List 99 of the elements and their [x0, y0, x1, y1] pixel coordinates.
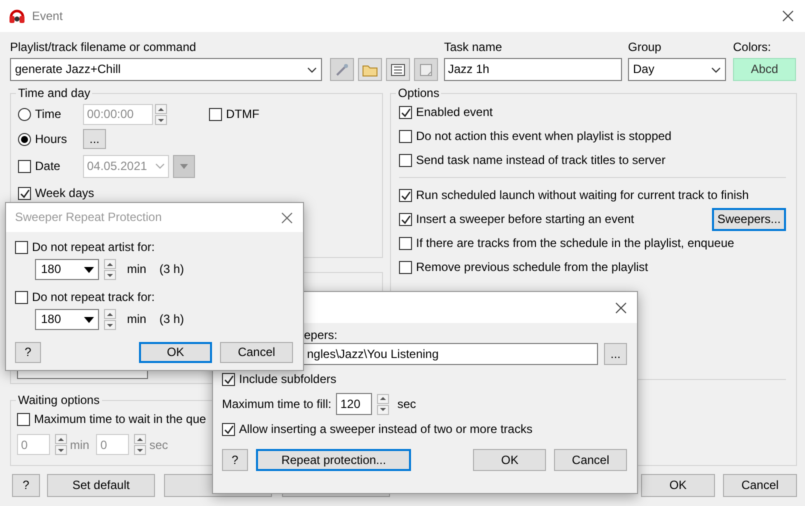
window-title: Event: [32, 8, 63, 24]
field-label: Colors:: [733, 40, 772, 56]
field-label: Playlist/track filename or command: [10, 40, 198, 56]
radio-label[interactable]: Time: [35, 107, 79, 122]
checkbox-label[interactable]: Do not repeat artist for:: [32, 240, 155, 255]
checkbox-label[interactable]: DTMF: [226, 107, 260, 122]
seconds-field[interactable]: 0: [96, 434, 130, 456]
checkbox[interactable]: [399, 260, 412, 274]
field-label: Task name: [444, 40, 504, 56]
checkbox-label[interactable]: Do not action this event when playlist is stopped: [416, 128, 672, 144]
color-sample-button[interactable]: Abcd: [733, 58, 796, 81]
checkbox[interactable]: [222, 422, 235, 436]
wand-icon: [334, 62, 350, 78]
spin-buttons[interactable]: [104, 259, 116, 280]
checkbox[interactable]: [17, 412, 30, 426]
checkbox[interactable]: [399, 212, 412, 226]
list-icon: [390, 62, 406, 78]
dialog-title: Sweeper Repeat Protection: [15, 210, 162, 225]
close-icon[interactable]: [281, 212, 293, 224]
checkbox[interactable]: [15, 291, 28, 304]
unit-label: sec: [397, 396, 416, 412]
max-fill-field[interactable]: 120: [336, 393, 372, 415]
duration-label: (3 h): [159, 312, 184, 327]
group-title: Time and day: [16, 86, 92, 100]
group-title: Options: [396, 86, 442, 100]
checkbox-label[interactable]: Date: [35, 158, 79, 174]
time-field[interactable]: 00:00:00: [83, 104, 153, 125]
checkbox-label[interactable]: Enabled event: [416, 104, 493, 120]
hours-button[interactable]: ...: [83, 129, 106, 149]
chevron-down-icon: [307, 66, 317, 72]
footer-button[interactable]: Set default: [47, 474, 155, 497]
browse-button[interactable]: ...: [604, 343, 627, 365]
checkbox-label[interactable]: Send task name instead of track titles to server: [416, 152, 666, 168]
radio-label[interactable]: Hours: [35, 132, 79, 146]
field-label: epers:: [304, 328, 338, 343]
checkbox-label[interactable]: Week days: [35, 186, 94, 200]
close-icon[interactable]: [782, 10, 794, 22]
checkbox[interactable]: [399, 106, 412, 118]
footer-button[interactable]: ?: [12, 474, 40, 497]
checkbox[interactable]: [18, 160, 31, 172]
field-label: Maximum time to fill:: [222, 396, 332, 412]
radio-button[interactable]: [18, 108, 31, 121]
checkbox-label[interactable]: Insert a sweeper before starting an event: [416, 212, 634, 226]
checkbox-label[interactable]: If there are tracks from the schedule in the playlist, enqueue: [416, 236, 734, 250]
checkbox[interactable]: [399, 188, 412, 202]
dialog-button[interactable]: ?: [15, 342, 41, 363]
dialog-button[interactable]: Cancel: [220, 342, 293, 363]
group-combobox[interactable]: Day: [628, 58, 726, 81]
date-field[interactable]: 04.05.2021: [83, 154, 169, 178]
checkbox-label[interactable]: Run scheduled launch without waiting for current track to finish: [416, 188, 749, 202]
dropdown-arrow-icon: [84, 266, 94, 272]
checkbox-label[interactable]: Do not repeat track for:: [32, 290, 155, 305]
minutes-combobox[interactable]: 180: [35, 259, 99, 280]
unit-label: sec: [149, 438, 168, 452]
checkbox[interactable]: [15, 241, 28, 254]
checkbox[interactable]: [399, 130, 412, 142]
command-combobox[interactable]: generate Jazz+Chill: [10, 58, 322, 81]
checkbox-label[interactable]: Allow inserting a sweeper instead of two or more tracks: [239, 422, 532, 436]
spin-buttons[interactable]: [134, 434, 146, 456]
radio-button[interactable]: [18, 132, 31, 146]
dialog-button[interactable]: Cancel: [554, 449, 627, 471]
unit-label: min: [127, 312, 146, 327]
task-name-field[interactable]: Jazz 1h: [444, 58, 622, 81]
duration-label: (3 h): [159, 262, 184, 277]
dialog-button[interactable]: OK: [139, 342, 212, 363]
close-icon[interactable]: [615, 302, 627, 314]
checkbox[interactable]: [18, 186, 31, 200]
unit-label: min: [127, 262, 146, 277]
headphones-icon: [8, 7, 26, 25]
footer-button[interactable]: OK: [641, 474, 715, 497]
footer-button[interactable]: Cancel: [723, 474, 797, 497]
chevron-down-icon: [711, 66, 721, 72]
icon-button[interactable]: [386, 58, 410, 81]
unit-label: min: [70, 438, 90, 452]
spin-buttons[interactable]: [55, 434, 67, 456]
spin-buttons[interactable]: [155, 104, 167, 125]
dropdown-arrow-icon: [180, 164, 188, 168]
dialog-button[interactable]: ?: [222, 449, 248, 471]
checkbox[interactable]: [222, 372, 235, 386]
dropdown-arrow-icon: [84, 316, 94, 322]
dialog-button[interactable]: OK: [473, 449, 546, 471]
folder-field[interactable]: ngles\Jazz\You Listening: [303, 343, 598, 365]
checkbox[interactable]: [399, 236, 412, 250]
checkbox[interactable]: [399, 154, 412, 166]
calendar-dropdown-button[interactable]: [173, 154, 195, 178]
spin-buttons[interactable]: [377, 394, 390, 414]
spin-buttons[interactable]: [104, 309, 116, 330]
note-icon: [418, 62, 434, 78]
checkbox-label[interactable]: Remove previous schedule from the playlist: [416, 260, 648, 274]
chevron-down-icon: [155, 163, 165, 169]
checkbox-label[interactable]: Include subfolders: [239, 372, 336, 386]
group-title: Waiting options: [16, 393, 102, 408]
checkbox[interactable]: [209, 108, 222, 121]
checkbox-label[interactable]: Maximum time to wait in the que: [34, 412, 206, 426]
sweepers-button[interactable]: Sweepers...: [712, 208, 786, 230]
field-label: Group: [628, 40, 662, 56]
dialog-button[interactable]: Repeat protection...: [256, 449, 412, 471]
minutes-combobox[interactable]: 180: [35, 309, 99, 330]
minutes-field[interactable]: 0: [17, 434, 50, 456]
